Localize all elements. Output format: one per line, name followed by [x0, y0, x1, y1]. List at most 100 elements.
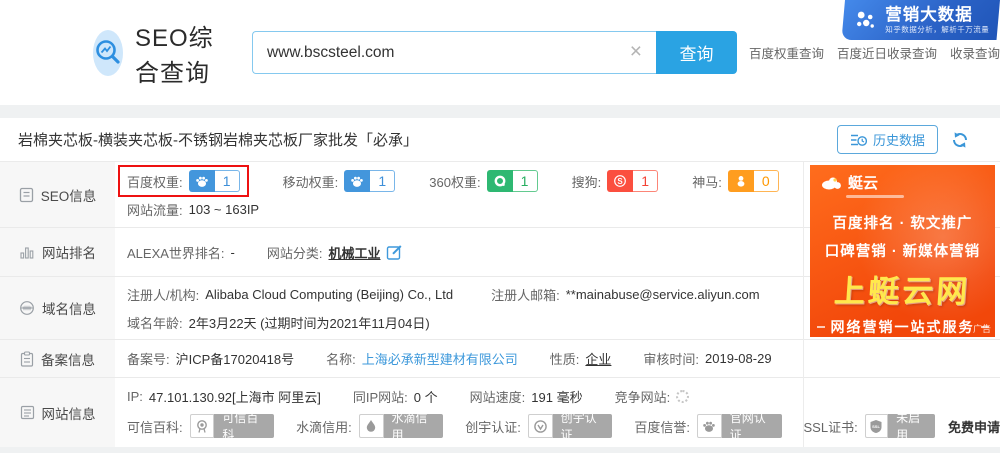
marketing-ribbon[interactable]: 营销大数据 知乎数据分析，解析千万流量 — [841, 0, 1000, 40]
weight-value: 0 — [753, 170, 779, 192]
svg-text:S: S — [618, 177, 624, 186]
cert-badge-text: 未启用 — [888, 411, 935, 442]
sidebar-item-icp-info: 备案信息 — [0, 340, 115, 377]
shenma-icon — [727, 170, 754, 192]
mobile-weight-item[interactable]: 移动权重: 1 — [283, 170, 396, 192]
alexa-rank: ALEXA世界排名: - — [127, 243, 235, 262]
row-icp-info: 备案信息 备案号: 沪ICP备17020418号 名称: 上海必承新型建材有限公… — [0, 340, 1000, 378]
cloud-icon — [822, 177, 841, 189]
site-category: 网站分类: 机械工业 — [267, 243, 403, 262]
header: SEO综合查询 × 查询 百度权重查询 百度近日收录查询 收录查询 营销大数据 … — [0, 0, 1000, 105]
sogou-weight-item[interactable]: 搜狗: S 1 — [572, 170, 659, 192]
link-index-query[interactable]: 收录查询 — [950, 43, 1000, 62]
traffic-label: 网站流量: — [127, 203, 183, 218]
ssl-apply-link[interactable]: 免费申请 — [948, 417, 1000, 436]
ad-line2: 口碑营销 · 新媒体营销 — [824, 244, 981, 260]
sidebar-item-site-rank: 网站排名 — [0, 228, 115, 276]
bar-chart-icon — [20, 246, 34, 259]
sidebar-item-site-info: 网站信息 — [0, 378, 115, 447]
cert-chuangyu-badge[interactable]: 创宇认证 — [527, 411, 613, 442]
sidebar-item-seo-info: SEO信息 — [0, 162, 115, 227]
cert-shuidi-badge[interactable]: 水滴信用 — [358, 411, 444, 442]
alexa-label: ALEXA世界排名: — [127, 245, 225, 261]
category-value[interactable]: 机械工业 — [329, 243, 381, 262]
icp-audit-value: 2019-08-29 — [705, 351, 772, 366]
edit-category-icon[interactable] — [386, 244, 403, 261]
cert-badge-text: 水滴信用 — [383, 411, 444, 442]
shenma-weight-item[interactable]: 神马: 0 — [692, 170, 779, 192]
icp-number: 备案号: 沪ICP备17020418号 — [127, 349, 294, 368]
cert-ssl-badge[interactable]: SSL 未启用 — [864, 411, 935, 442]
category-label: 网站分类: — [266, 245, 323, 261]
weight-label: 搜狗: — [571, 174, 602, 190]
icp-info-cell: 备案号: 沪ICP备17020418号 名称: 上海必承新型建材有限公司 性质:… — [115, 340, 1000, 377]
ad-headline: 上蜓云网 — [833, 274, 972, 309]
domain-age-label: 域名年龄: — [127, 315, 183, 331]
ad-column-divider — [803, 162, 804, 447]
cert-baidu-badge[interactable]: 官网认证 — [697, 411, 782, 442]
360-ring-icon — [486, 170, 513, 192]
competitor-label: 竞争网站: — [614, 390, 671, 405]
icp-name-label: 名称: — [326, 352, 356, 367]
baidu-weight-item[interactable]: 百度权重: 1 — [118, 165, 249, 197]
droplet-icon — [358, 414, 384, 438]
cert-chuangyu: 创宇认证: 创宇认证 — [465, 411, 613, 442]
ip-label: IP: — [127, 389, 143, 404]
dots-cluster-icon — [857, 10, 874, 27]
cert-label: 可信百科: — [127, 419, 183, 435]
loading-spinner-icon — [676, 390, 690, 403]
shenma-weight-badge: 0 — [727, 170, 779, 192]
so360-weight-item[interactable]: 360权重: 1 — [429, 170, 538, 192]
history-data-button[interactable]: 历史数据 — [836, 125, 938, 154]
ip-item: IP: 47.101.130.92[上海市 阿里云] — [127, 387, 321, 406]
weight-label: 百度权重: — [127, 174, 183, 190]
link-baidu-weight[interactable]: 百度权重查询 — [749, 43, 824, 62]
ad-line1: 百度排名 · 软文推广 — [832, 216, 973, 232]
sidebar-label: 网站排名 — [42, 246, 96, 261]
speed-value: 191 毫秒 — [531, 390, 583, 405]
company-name-link[interactable]: 上海必承新型建材有限公司 — [362, 349, 518, 368]
globe-www-icon — [20, 301, 34, 315]
history-button-label: 历史数据 — [872, 133, 925, 148]
medal-icon — [189, 414, 215, 438]
cert-label: SSL证书: — [803, 419, 858, 435]
result-title-row: 岩棉夹芯板-横装夹芯板-不锈钢岩棉夹芯板厂家批发「必承」 历史数据 — [0, 118, 1000, 162]
baidu-paw-icon — [344, 170, 371, 192]
icp-number-value: 沪ICP备17020418号 — [175, 352, 295, 367]
clear-input-icon[interactable]: × — [630, 41, 642, 63]
mobile-weight-badge: 1 — [344, 170, 396, 192]
cert-baike-badge[interactable]: 可信百科 — [189, 411, 275, 442]
magnifier-trend-icon — [96, 39, 120, 64]
same-ip-label: 同IP网站: — [352, 390, 408, 405]
cert-shuidi: 水滴信用: 水滴信用 — [296, 411, 444, 442]
icp-audit: 审核时间: 2019-08-29 — [643, 349, 771, 368]
document-icon — [19, 187, 33, 202]
certs-line: 可信百科: 可信百科 水滴信用: 水滴信用 创宇认证: 创宇认证 百度信誉: 官… — [127, 411, 1000, 442]
weight-value: 1 — [214, 170, 240, 192]
link-baidu-recent-index[interactable]: 百度近日收录查询 — [837, 43, 937, 62]
clipboard-icon — [20, 350, 34, 367]
ad-tag: 广告 — [972, 324, 991, 334]
query-button[interactable]: 查询 — [655, 31, 737, 74]
refresh-icon[interactable] — [950, 130, 970, 150]
cert-ssl: SSL证书: SSL 未启用 免费申请 — [803, 411, 1000, 442]
logo-circle — [93, 29, 123, 76]
registrant-label: 注册人/机构: — [127, 287, 200, 303]
icp-line: 备案号: 沪ICP备17020418号 名称: 上海必承新型建材有限公司 性质:… — [127, 349, 1000, 368]
weight-value: 1 — [633, 170, 659, 192]
row-site-info: 网站信息 IP: 47.101.130.92[上海市 阿里云] 同IP网站: 0… — [0, 378, 1000, 447]
same-ip-value: 0 个 — [413, 390, 438, 405]
cert-badge-text: 可信百科 — [214, 411, 275, 442]
speed-label: 网站速度: — [469, 390, 526, 405]
registrant-email-value: **mainabuse@service.aliyun.com — [565, 286, 760, 302]
site-logo[interactable]: SEO综合查询 — [93, 18, 230, 88]
sidebar-item-domain-info: 域名信息 — [0, 277, 115, 339]
ssl-shield-icon: SSL — [864, 414, 889, 438]
cert-baike: 可信百科: 可信百科 — [127, 411, 275, 442]
weight-label: 神马: — [692, 174, 722, 190]
search-input[interactable] — [251, 31, 656, 74]
icp-nature: 性质: 企业 — [550, 349, 612, 368]
ad-banner[interactable]: 蜓云 百度排名 · 软文推广 口碑营销 · 新媒体营销 上蜓云网 网络营销一站式… — [810, 165, 995, 337]
weight-value: 1 — [370, 170, 396, 192]
title-actions: 历史数据 — [836, 125, 982, 154]
